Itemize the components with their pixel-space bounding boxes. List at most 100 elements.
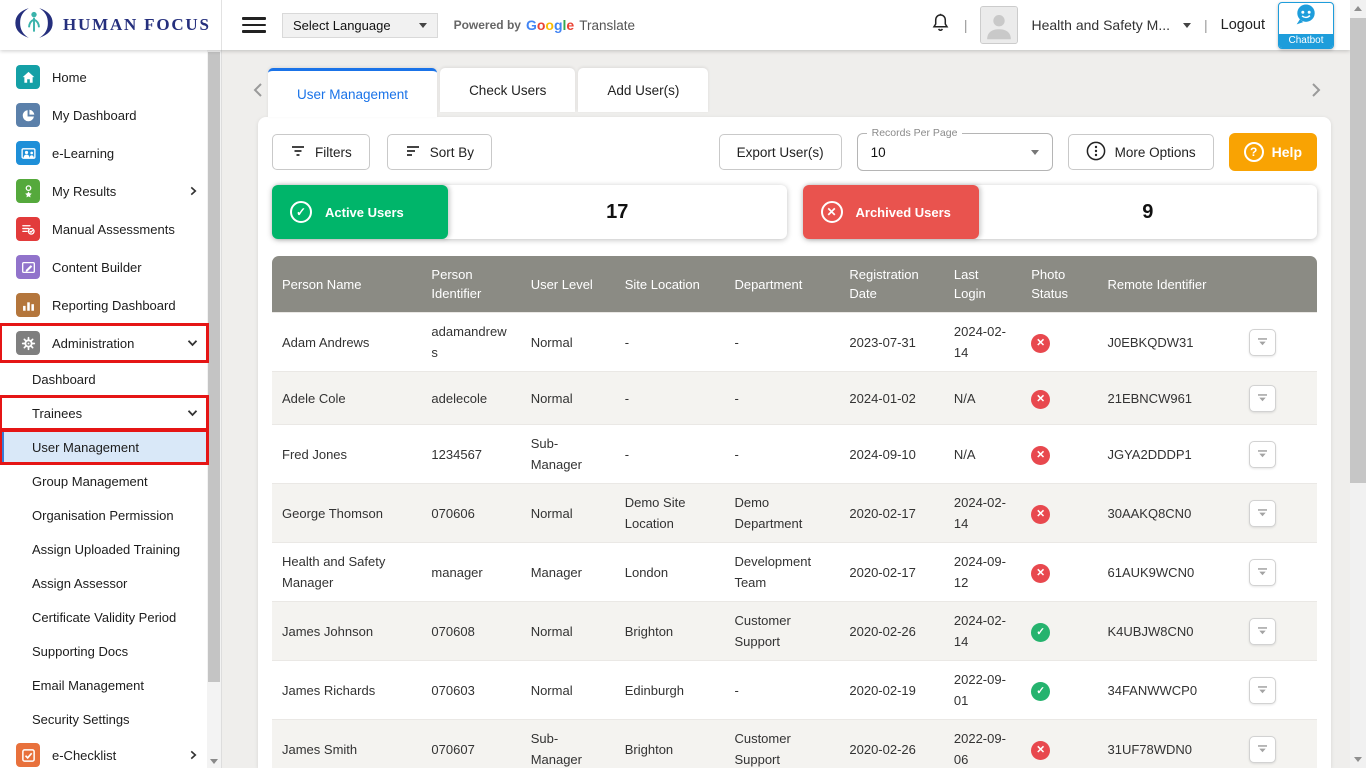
records-per-page-select[interactable]: Records Per Page 10 xyxy=(857,133,1053,171)
help-button[interactable]: ? Help xyxy=(1229,133,1317,171)
archived-users-card[interactable]: ✕ Archived Users 9 xyxy=(803,185,1318,239)
sort-icon xyxy=(405,144,421,161)
sidebar-item-supporting-docs[interactable]: Supporting Docs xyxy=(0,634,208,668)
sidebar-item-certificate-validity-period[interactable]: Certificate Validity Period xyxy=(0,600,208,634)
cell-person-identifier: 070606 xyxy=(421,484,520,543)
photo-status-cross-icon: ✕ xyxy=(1031,564,1050,583)
main-content: User ManagementCheck Users Add User(s) Fi… xyxy=(222,50,1350,768)
cell-department: - xyxy=(724,313,839,372)
language-select[interactable]: Select Language xyxy=(282,13,438,38)
translate-text: Translate xyxy=(579,18,635,33)
sidebar-item-my-dashboard[interactable]: My Dashboard xyxy=(0,96,208,134)
column-header-photo-status: Photo Status xyxy=(1021,256,1097,313)
cell-actions xyxy=(1239,543,1317,602)
sort-by-button[interactable]: Sort By xyxy=(387,134,492,170)
cell-photo-status: ✕ xyxy=(1021,720,1097,768)
sidebar-item-my-results[interactable]: My Results xyxy=(0,172,208,210)
chatbot-button[interactable]: Chatbot xyxy=(1278,2,1334,49)
tab-label: Add User(s) xyxy=(607,83,679,98)
cell-person-name: Health and Safety Manager xyxy=(272,543,421,602)
avatar[interactable] xyxy=(980,6,1018,44)
cell-site-location: - xyxy=(615,372,725,425)
tab-add-user-s[interactable]: Add User(s) xyxy=(578,68,708,112)
cell-site-location: - xyxy=(615,313,725,372)
elearning-icon xyxy=(16,141,40,165)
chevron-down-icon[interactable] xyxy=(1183,23,1191,28)
sidebar-item-e-checklist[interactable]: e-Checklist xyxy=(0,736,208,768)
row-actions-dropdown-button[interactable] xyxy=(1249,736,1276,763)
notification-bell-icon[interactable] xyxy=(930,12,951,39)
cell-remote-identifier: 34FANWWCP0 xyxy=(1097,661,1238,720)
window-scrollbar[interactable] xyxy=(1350,0,1366,768)
column-header-person-name: Person Name xyxy=(272,256,421,313)
cell-department: Development Team xyxy=(724,543,839,602)
sidebar-item-label: Reporting Dashboard xyxy=(52,298,176,313)
sidebar-item-group-management[interactable]: Group Management xyxy=(0,464,208,498)
row-actions-dropdown-button[interactable] xyxy=(1249,677,1276,704)
human-focus-logo-icon xyxy=(12,6,56,45)
cell-photo-status: ✕ xyxy=(1021,425,1097,484)
sidebar-item-security-settings[interactable]: Security Settings xyxy=(0,702,208,736)
column-header-registration-date: Registration Date xyxy=(839,256,943,313)
content-builder-icon xyxy=(16,255,40,279)
cell-site-location: Brighton xyxy=(615,720,725,768)
row-actions-dropdown-button[interactable] xyxy=(1249,559,1276,586)
cell-person-identifier: 070607 xyxy=(421,720,520,768)
cell-registration-date: 2024-01-02 xyxy=(839,372,943,425)
records-per-page-value: 10 xyxy=(871,145,886,160)
sidebar-item-email-management[interactable]: Email Management xyxy=(0,668,208,702)
chevron-down-icon xyxy=(419,23,427,28)
row-actions-dropdown-button[interactable] xyxy=(1249,385,1276,412)
cell-user-level: Normal xyxy=(521,484,615,543)
tab-check-users[interactable]: Check Users xyxy=(440,68,575,112)
google-letter: o xyxy=(545,17,554,33)
menu-toggle-icon[interactable] xyxy=(242,13,266,37)
cell-person-name: James Smith xyxy=(272,720,421,768)
row-actions-dropdown-button[interactable] xyxy=(1249,441,1276,468)
cell-registration-date: 2020-02-26 xyxy=(839,720,943,768)
cell-actions xyxy=(1239,484,1317,543)
cell-registration-date: 2024-09-10 xyxy=(839,425,943,484)
row-actions-dropdown-button[interactable] xyxy=(1249,618,1276,645)
home-icon xyxy=(16,65,40,89)
tabs-scroll-left-icon[interactable] xyxy=(252,82,264,103)
sidebar-item-e-learning[interactable]: e-Learning xyxy=(0,134,208,172)
window-scrollbar-thumb[interactable] xyxy=(1350,18,1366,483)
sidebar-item-reporting-dashboard[interactable]: Reporting Dashboard xyxy=(0,286,208,324)
sidebar-item-manual-assessments[interactable]: Manual Assessments xyxy=(0,210,208,248)
row-actions-dropdown-button[interactable] xyxy=(1249,500,1276,527)
cell-person-identifier: 1234567 xyxy=(421,425,520,484)
cell-department: - xyxy=(724,661,839,720)
photo-status-cross-icon: ✕ xyxy=(1031,741,1050,760)
more-options-button[interactable]: More Options xyxy=(1068,134,1214,170)
cell-registration-date: 2020-02-17 xyxy=(839,543,943,602)
cell-registration-date: 2020-02-26 xyxy=(839,602,943,661)
sidebar-scrollbar[interactable] xyxy=(207,50,221,768)
filters-button[interactable]: Filters xyxy=(272,134,370,170)
sidebar-item-content-builder[interactable]: Content Builder xyxy=(0,248,208,286)
sidebar-scrollbar-thumb[interactable] xyxy=(208,52,220,682)
row-actions-dropdown-button[interactable] xyxy=(1249,329,1276,356)
google-letter: G xyxy=(526,17,537,33)
logout-button[interactable]: Logout xyxy=(1221,17,1265,33)
export-users-button[interactable]: Export User(s) xyxy=(719,134,842,170)
scroll-down-arrow-icon[interactable] xyxy=(1354,757,1362,762)
user-menu[interactable]: Health and Safety M... xyxy=(1031,17,1170,33)
active-users-card[interactable]: ✓ Active Users 17 xyxy=(272,185,787,239)
cell-last-login: N/A xyxy=(944,425,1021,484)
tabs-scroll-right-icon[interactable] xyxy=(1310,82,1322,103)
sidebar-item-user-management[interactable]: User Management xyxy=(0,430,208,464)
sidebar-item-administration[interactable]: Administration xyxy=(0,324,208,362)
tab-user-management[interactable]: User Management xyxy=(268,68,437,117)
scroll-up-arrow-icon[interactable] xyxy=(1354,6,1362,11)
sidebar-item-assign-assessor[interactable]: Assign Assessor xyxy=(0,566,208,600)
column-header-user-level: User Level xyxy=(521,256,615,313)
sidebar-item-label: Email Management xyxy=(32,678,144,693)
sidebar-item-dashboard[interactable]: Dashboard xyxy=(0,362,208,396)
cell-person-identifier: manager xyxy=(421,543,520,602)
sidebar-item-home[interactable]: Home xyxy=(0,58,208,96)
sidebar-item-organisation-permission[interactable]: Organisation Permission xyxy=(0,498,208,532)
scroll-down-arrow-icon[interactable] xyxy=(210,759,218,764)
sidebar-item-assign-uploaded-training[interactable]: Assign Uploaded Training xyxy=(0,532,208,566)
sidebar-item-trainees[interactable]: Trainees xyxy=(0,396,208,430)
